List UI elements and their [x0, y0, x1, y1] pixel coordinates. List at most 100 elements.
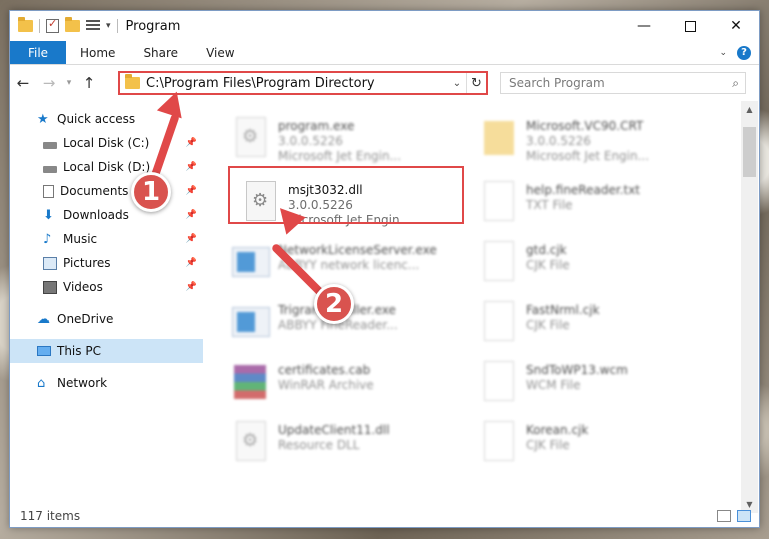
application-icon-shape	[232, 247, 270, 277]
pin-icon[interactable]: 📌	[186, 234, 197, 244]
sidebar-item-documents[interactable]: Documents 📌	[10, 179, 203, 203]
file-meta: SndToWP13.wcm WCM File	[526, 359, 628, 393]
customize-toolbar-icon[interactable]	[86, 20, 100, 32]
address-dropdown-icon[interactable]: ⌄	[448, 78, 466, 89]
tab-home[interactable]: Home	[66, 41, 129, 64]
sidebar-item-label: OneDrive	[57, 312, 114, 326]
list-item[interactable]: certificates.cab WinRAR Archive	[230, 359, 470, 413]
sidebar-item-pictures[interactable]: Pictures 📌	[10, 251, 203, 275]
film-icon	[43, 280, 57, 294]
sidebar-item-label: Documents	[60, 184, 129, 198]
toolbar-chevron-down-icon[interactable]: ▾	[106, 21, 111, 31]
list-item[interactable]: help.fineReader.txt TXT File	[478, 179, 718, 233]
sidebar-item-label: Music	[63, 232, 98, 246]
scroll-up-icon[interactable]: ▲	[741, 101, 758, 118]
maximize-button[interactable]	[667, 11, 713, 41]
archive-icon-shape	[234, 365, 266, 399]
sidebar-item-label: Quick access	[57, 112, 136, 126]
ribbon-tabs: File Home Share View ⌄ ?	[10, 41, 759, 65]
list-item[interactable]: gtd.cjk CJK File	[478, 239, 718, 293]
file-explorer-window: ▾ Program — ✕ File Home Share View ⌄ ? ←…	[9, 10, 760, 528]
pin-icon[interactable]: 📌	[186, 162, 197, 172]
file-name: FastNrml.cjk	[526, 303, 600, 317]
sidebar-item-onedrive[interactable]: ☁ OneDrive	[10, 307, 203, 331]
file-meta: gtd.cjk CJK File	[526, 239, 570, 273]
scroll-thumb[interactable]	[743, 127, 756, 177]
pin-icon[interactable]: 📌	[186, 210, 197, 220]
page-icon-shape	[484, 361, 514, 401]
file-name: Korean.cjk	[526, 423, 589, 437]
help-icon[interactable]: ?	[737, 45, 751, 60]
cjk-file-icon	[478, 299, 520, 345]
search-icon[interactable]: ⌕	[732, 76, 739, 91]
list-item[interactable]: Microsoft.VC90.CRT 3.0.0.5226 Microsoft …	[478, 115, 718, 169]
cloud-icon: ☁	[37, 311, 50, 327]
list-item[interactable]: UpdateClient11.dll Resource DLL	[230, 419, 470, 473]
gear-file-icon	[230, 419, 272, 465]
sidebar-item-local-disk-d[interactable]: Local Disk (D:) 📌	[10, 155, 203, 179]
pin-icon[interactable]: 📌	[186, 138, 197, 148]
pin-icon[interactable]: 📌	[186, 186, 197, 196]
folder-file-icon	[478, 115, 520, 161]
sidebar-item-label: Local Disk (C:)	[63, 136, 150, 150]
pin-icon[interactable]: 📌	[186, 282, 197, 292]
sidebar-item-network[interactable]: ⌂ Network	[10, 371, 203, 395]
tab-view[interactable]: View	[192, 41, 248, 64]
close-button[interactable]: ✕	[713, 11, 759, 41]
sidebar-item-local-disk-c[interactable]: Local Disk (C:) 📌	[10, 131, 203, 155]
list-item[interactable]: FastNrml.cjk CJK File	[478, 299, 718, 353]
application-icon	[230, 239, 272, 285]
list-item[interactable]: SndToWP13.wcm WCM File	[478, 359, 718, 413]
list-item[interactable]: program.exe 3.0.0.5226 Microsoft Jet Eng…	[230, 115, 470, 169]
expand-ribbon-icon[interactable]: ⌄	[719, 48, 727, 58]
sidebar-item-downloads[interactable]: ⬇ Downloads 📌	[10, 203, 203, 227]
file-detail: Microsoft Jet Engin...	[288, 213, 412, 227]
view-toggle	[717, 510, 759, 522]
search-input[interactable]: Search Program ⌕	[500, 72, 746, 94]
refresh-button[interactable]: ↻	[466, 73, 486, 93]
up-button[interactable]: ↑	[76, 74, 102, 92]
back-button[interactable]: ←	[10, 74, 36, 92]
file-detail: Microsoft Jet Engin...	[278, 149, 402, 163]
window-title: Program	[125, 18, 181, 34]
page-icon-shape	[484, 421, 514, 461]
tab-share[interactable]: Share	[129, 41, 192, 64]
pin-icon[interactable]: 📌	[186, 258, 197, 268]
properties-check-icon[interactable]	[46, 17, 59, 33]
file-name: certificates.cab	[278, 363, 371, 377]
file-name: msjt3032.dll	[288, 183, 363, 197]
forward-button[interactable]: →	[36, 74, 62, 92]
tiles-view-button[interactable]	[737, 510, 751, 522]
picture-icon	[43, 256, 57, 270]
sidebar-item-this-pc[interactable]: This PC	[10, 339, 203, 363]
sidebar-item-videos[interactable]: Videos 📌	[10, 275, 203, 299]
file-detail: Resource DLL	[278, 438, 360, 452]
recent-locations-icon[interactable]: ▾	[62, 78, 76, 88]
file-meta: FastNrml.cjk CJK File	[526, 299, 600, 333]
address-path[interactable]: C:\Program Files\Program Directory	[146, 76, 448, 91]
file-name: program.exe	[278, 119, 355, 133]
vertical-scrollbar[interactable]: ▲ ▼	[741, 101, 758, 513]
file-detail: WCM File	[526, 378, 581, 392]
file-meta: help.fineReader.txt TXT File	[526, 179, 640, 213]
list-item[interactable]: NetworkLicenseServer.exe ABBYY network l…	[230, 239, 470, 293]
minimize-button[interactable]: —	[621, 11, 667, 41]
gear-file-icon-shape	[236, 117, 266, 157]
sidebar-item-label: Pictures	[63, 256, 111, 270]
sidebar-item-label: Local Disk (D:)	[63, 160, 151, 174]
new-folder-icon[interactable]	[65, 17, 80, 32]
tab-file[interactable]: File	[10, 41, 66, 64]
details-view-button[interactable]	[717, 510, 731, 522]
file-name: SndToWP13.wcm	[526, 363, 628, 377]
sidebar-item-music[interactable]: ♪ Music 📌	[10, 227, 203, 251]
list-item[interactable]: Korean.cjk CJK File	[478, 419, 718, 473]
list-item-msjt3032-dll[interactable]: msjt3032.dll 3.0.0.5226 Microsoft Jet En…	[240, 179, 480, 233]
file-detail: 3.0.0.5226	[288, 198, 353, 212]
star-icon: ★	[37, 111, 49, 127]
gear-file-icon-shape	[236, 421, 266, 461]
page-icon-shape	[484, 301, 514, 341]
sidebar-item-label: Downloads	[63, 208, 129, 222]
folder-file-icon-shape	[484, 121, 514, 155]
file-detail: Microsoft Jet Engin...	[526, 149, 650, 163]
